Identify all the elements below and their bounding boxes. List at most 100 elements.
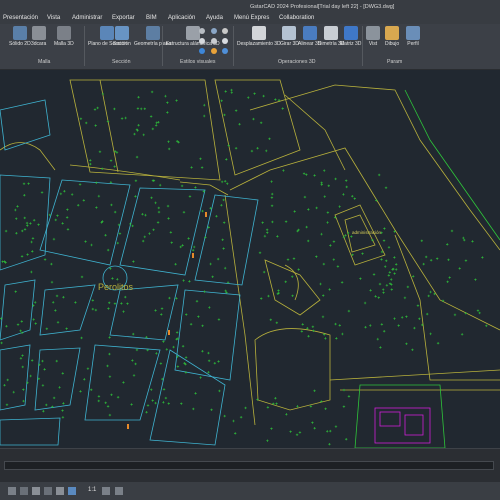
visual-style-icon[interactable]	[211, 48, 217, 54]
osnap-icon[interactable]	[68, 487, 76, 495]
visual-style-icon[interactable]	[222, 28, 228, 34]
drawing-svg[interactable]: Perolitos administración	[0, 70, 500, 448]
drawing-canvas[interactable]: Perolitos administración	[0, 70, 500, 448]
tree-marker	[113, 302, 117, 305]
tree-marker	[328, 442, 331, 446]
tree-marker	[338, 205, 341, 208]
3dcara-button[interactable]: 3dcara	[31, 26, 46, 47]
tree-marker	[221, 238, 224, 241]
visual-style-icon[interactable]	[222, 38, 228, 44]
tree-marker	[101, 92, 105, 96]
perfil-button[interactable]: Perfil	[406, 26, 420, 47]
tree-marker	[277, 289, 280, 292]
tree-marker	[78, 183, 82, 186]
tree-marker	[109, 159, 113, 162]
command-input[interactable]	[4, 461, 494, 470]
tree-marker	[61, 416, 65, 419]
menu-menu-expres[interactable]: Menú Expres	[234, 15, 269, 22]
tree-marker	[50, 262, 53, 266]
tree-marker	[146, 404, 150, 407]
parcel-outlines	[0, 79, 500, 426]
visual-style-icon[interactable]	[222, 48, 228, 54]
tree-marker	[211, 275, 214, 279]
tree-marker	[342, 405, 346, 408]
tree-marker	[152, 228, 155, 232]
tree-marker	[29, 222, 32, 225]
tree-marker	[23, 193, 26, 197]
seccion-button[interactable]: Sección	[113, 26, 131, 47]
tree-marker	[233, 432, 237, 435]
tree-marker	[227, 144, 230, 147]
tree-marker	[74, 301, 77, 304]
polar-icon[interactable]	[56, 487, 64, 495]
tree-marker	[305, 225, 308, 229]
visual-style-icon[interactable]	[199, 48, 205, 54]
tree-marker	[150, 196, 153, 200]
tree-marker	[282, 169, 285, 172]
annotation-scale[interactable]: 1:1	[88, 487, 96, 493]
tree-marker	[131, 359, 134, 362]
tree-marker	[230, 88, 233, 92]
tree-marker	[108, 413, 112, 417]
tree-marker	[270, 196, 274, 199]
solido-2d-button[interactable]: Sólido 2D	[9, 26, 31, 47]
ortho-icon[interactable]	[44, 487, 52, 495]
tree-marker	[180, 402, 183, 405]
tree-marker	[208, 306, 211, 309]
visual-style-icon[interactable]	[211, 28, 217, 34]
settings-icon[interactable]	[102, 487, 110, 495]
tree-marker	[150, 388, 153, 391]
tree-marker	[448, 276, 451, 279]
tree-marker	[185, 313, 188, 316]
matriz-3d-button[interactable]: Matriz 3D	[340, 26, 361, 47]
visual-style-icon[interactable]	[211, 38, 217, 44]
menu-collaboration[interactable]: Collaboration	[279, 15, 314, 22]
tree-marker	[334, 322, 337, 326]
tree-marker	[90, 243, 93, 247]
dibujo-button[interactable]: Dibujo	[385, 26, 399, 47]
tree-marker	[151, 399, 154, 402]
tree-marker	[225, 158, 228, 161]
tree-marker	[385, 284, 389, 287]
tree-marker	[344, 234, 347, 237]
girar-3d-button[interactable]: Girar 3D	[280, 26, 299, 47]
menu-ayuda[interactable]: Ayuda	[206, 15, 223, 22]
tree-marker	[144, 213, 147, 217]
tree-marker	[324, 407, 327, 410]
tree-marker	[380, 323, 384, 326]
tree-marker	[427, 294, 430, 298]
vist-button[interactable]: Vist	[366, 26, 380, 47]
menu-vista[interactable]: Vista	[47, 15, 60, 22]
tree-marker	[394, 263, 398, 266]
snap-icon[interactable]	[32, 487, 40, 495]
menu-exportar[interactable]: Exportar	[112, 15, 135, 22]
tree-marker	[342, 388, 346, 392]
tree-marker	[359, 277, 362, 280]
desplazamiento-3d-button[interactable]: Desplazamiento 3D	[237, 26, 281, 47]
visual-style-icon[interactable]	[199, 28, 205, 34]
tree-marker	[16, 323, 20, 326]
menu-presentacion[interactable]: Presentación	[3, 15, 38, 22]
tree-marker	[120, 117, 124, 120]
tree-marker	[191, 248, 195, 252]
seccion-panel-title: Sección	[112, 59, 131, 65]
tree-marker	[113, 165, 116, 168]
tree-marker	[179, 245, 182, 249]
visual-style-icon[interactable]	[199, 38, 205, 44]
tree-marker	[390, 288, 393, 291]
grid-icon[interactable]	[20, 487, 28, 495]
tree-marker	[108, 352, 111, 356]
array-3d-icon	[343, 26, 358, 40]
menu-aplicacion[interactable]: Aplicación	[168, 15, 195, 22]
tree-marker	[164, 396, 168, 400]
menu-administrar[interactable]: Administrar	[72, 15, 102, 22]
malla-3d-button[interactable]: Malla 3D	[54, 26, 74, 47]
menu-bim[interactable]: BIM	[146, 15, 157, 22]
tree-marker	[329, 429, 332, 433]
model-icon[interactable]	[8, 487, 16, 495]
workspace-icon[interactable]	[115, 487, 123, 495]
tree-marker	[320, 183, 323, 186]
tree-marker	[436, 341, 440, 345]
tree-marker	[261, 221, 264, 224]
tree-marker	[411, 275, 415, 278]
